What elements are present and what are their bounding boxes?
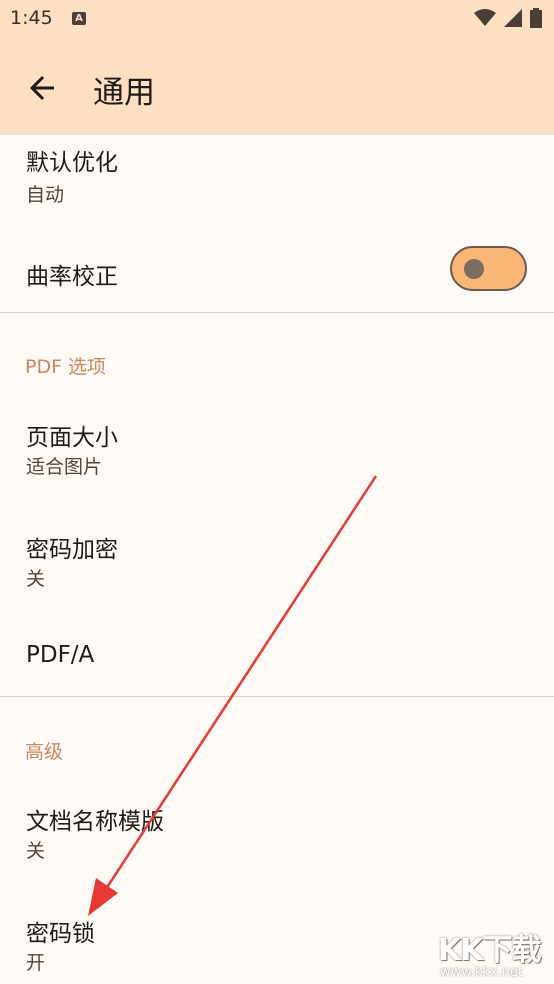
back-button[interactable] <box>24 70 60 106</box>
pref-title: 文档名称模版 <box>26 809 164 835</box>
watermark-logo: KK下载 www.kkx.net <box>438 925 550 983</box>
section-header-advanced: 高级 <box>25 741 64 763</box>
pref-summary: 开 <box>26 952 46 974</box>
pref-summary: 适合图片 <box>26 456 103 478</box>
pref-summary: 自动 <box>26 184 65 206</box>
status-icons <box>474 8 542 28</box>
cellular-signal-icon <box>504 9 522 27</box>
wifi-icon <box>474 9 496 26</box>
page-title: 通用 <box>93 75 155 111</box>
pref-title: 密码加密 <box>26 537 118 563</box>
curvature-toggle[interactable] <box>450 246 527 291</box>
toggle-thumb <box>464 259 484 279</box>
divider <box>0 696 554 697</box>
section-header-pdf: PDF 选项 <box>25 356 107 378</box>
app-bar: 通用 <box>0 40 554 135</box>
watermark-logo-text: KK下载 <box>438 933 541 968</box>
battery-icon <box>530 8 542 28</box>
divider <box>0 312 554 313</box>
pref-title: 曲率校正 <box>26 264 118 290</box>
arrow-back-icon <box>30 76 54 100</box>
pref-title: 页面大小 <box>26 425 118 451</box>
pref-summary: 关 <box>26 568 46 590</box>
pref-title: 默认优化 <box>26 150 118 176</box>
status-time: 1:45 <box>10 7 53 29</box>
notification-a-icon: A <box>72 12 86 25</box>
status-bar: 1:45 A <box>0 0 554 40</box>
pref-title: PDF/A <box>26 642 95 668</box>
pref-title: 密码锁 <box>26 921 95 947</box>
pref-summary: 关 <box>26 840 46 862</box>
watermark-url: www.kkx.net <box>440 965 524 980</box>
